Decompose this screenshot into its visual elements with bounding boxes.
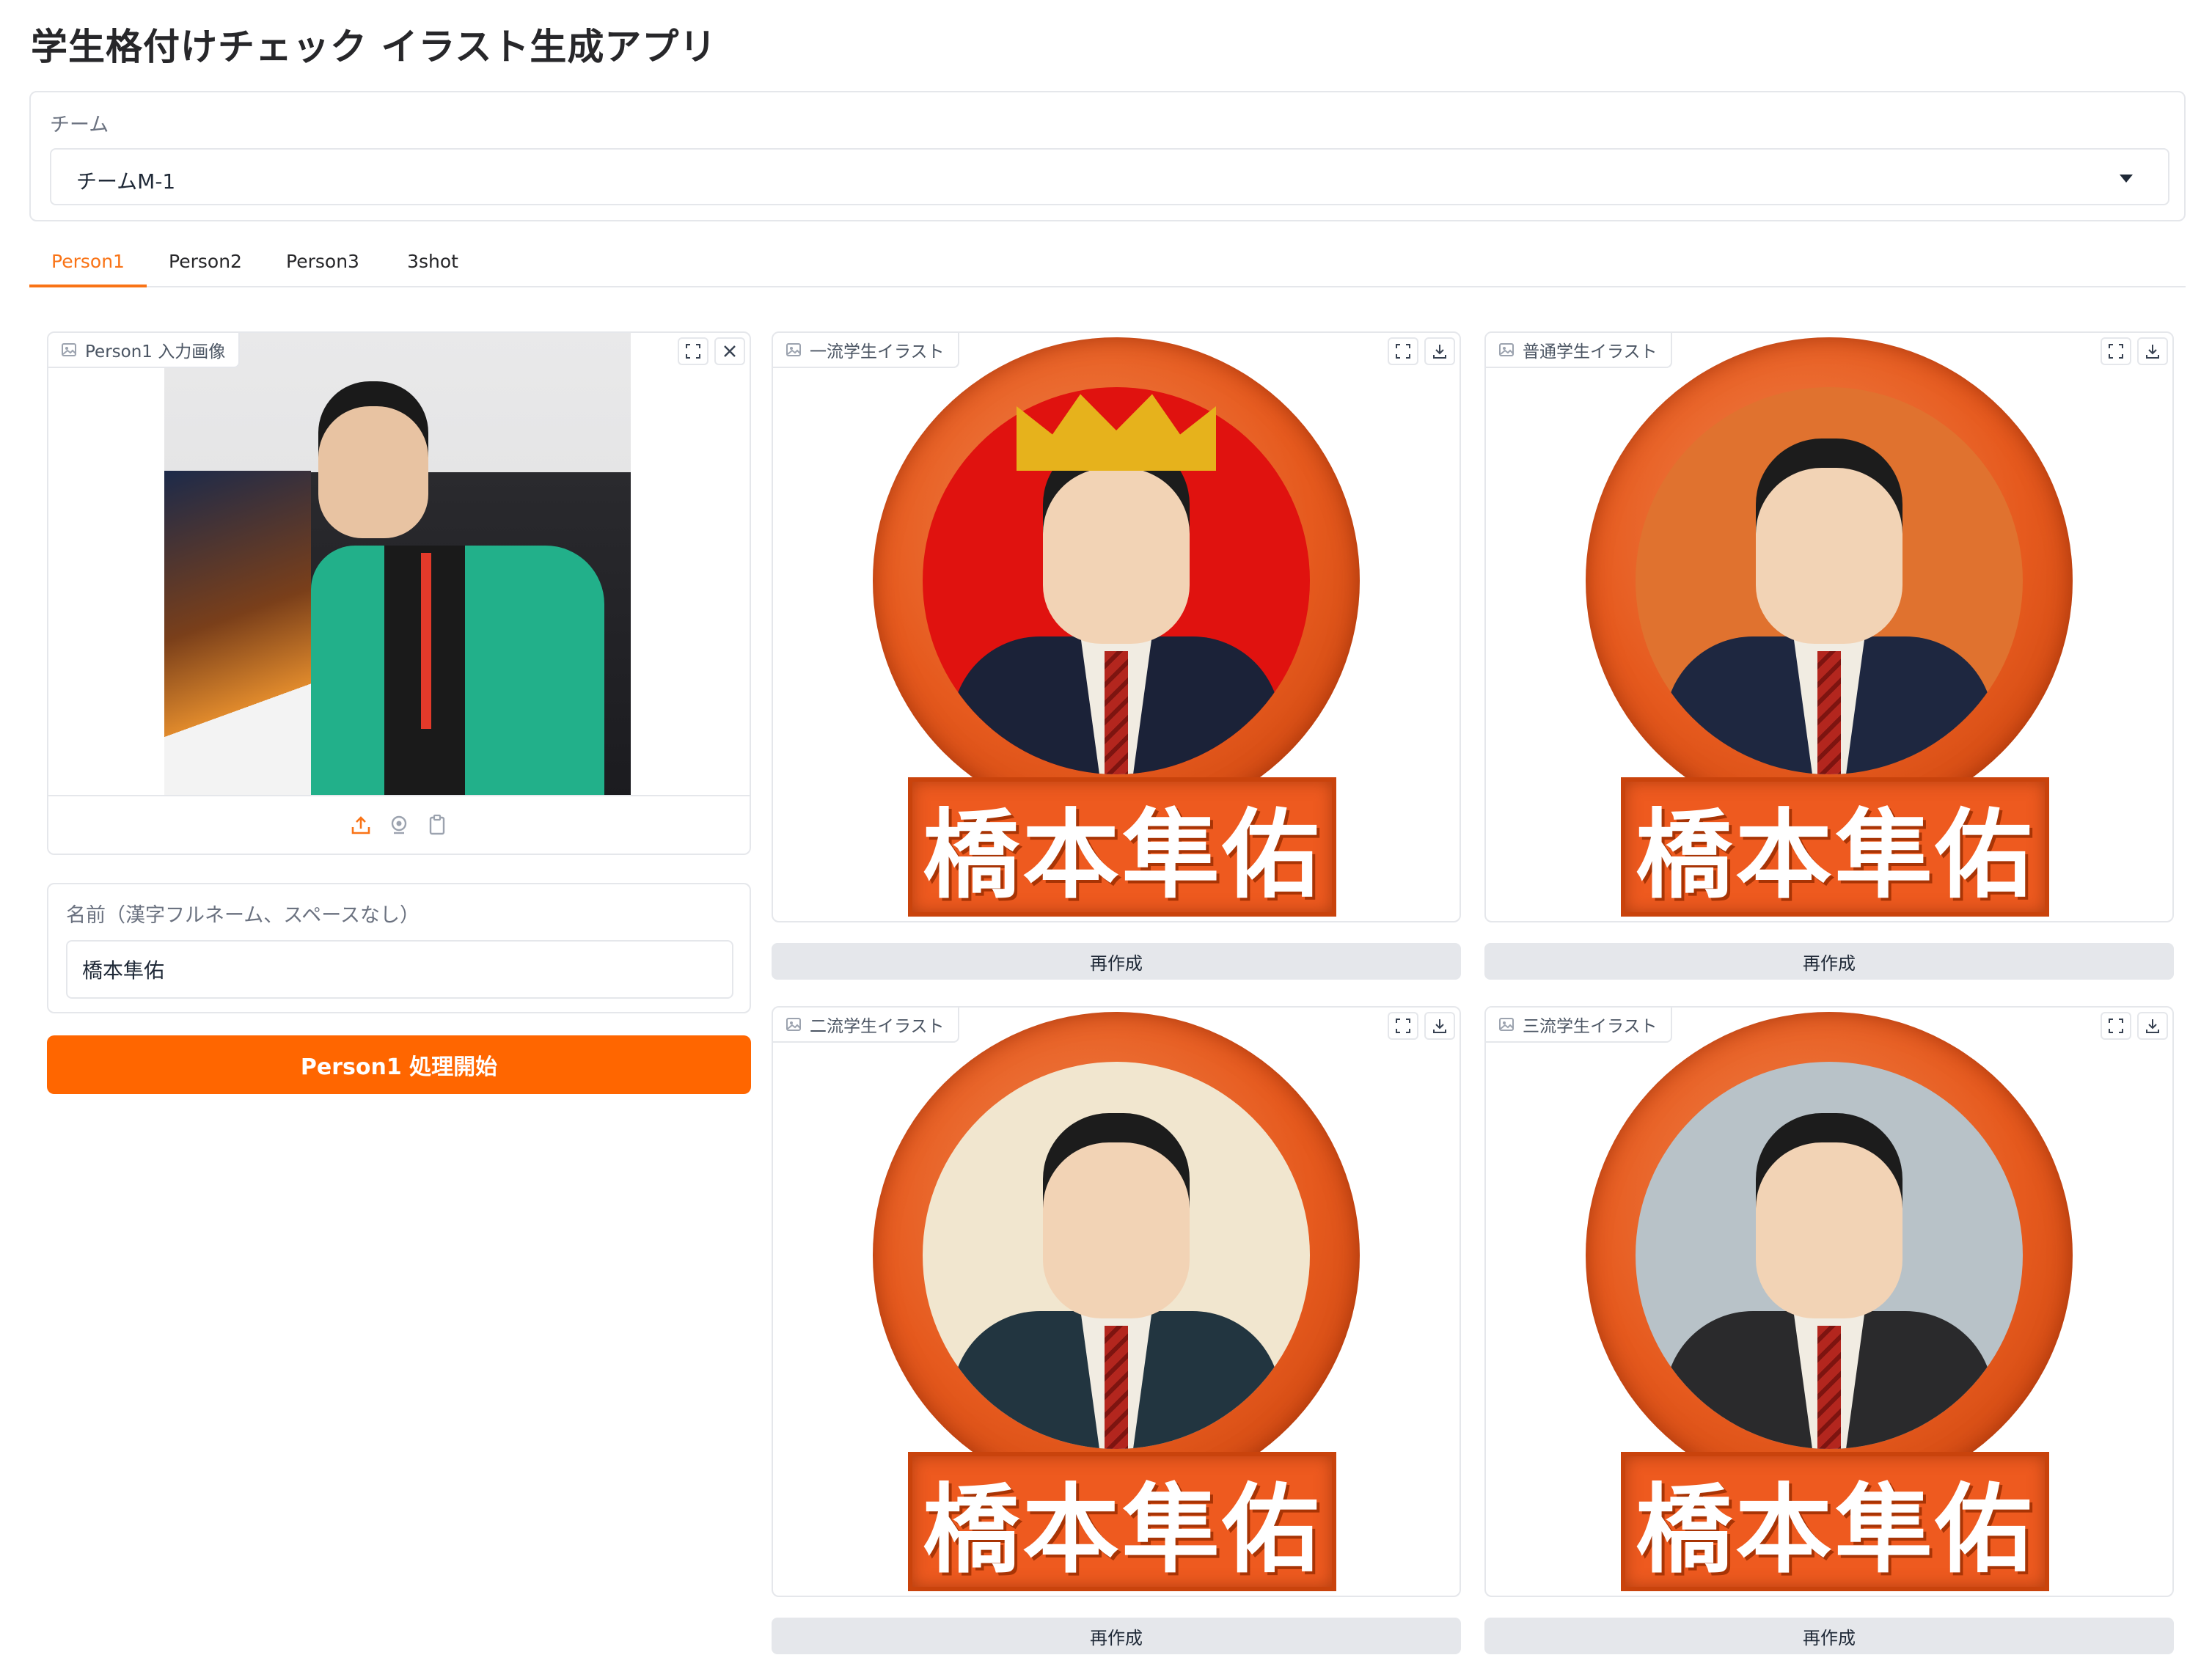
image-icon (786, 1018, 801, 1031)
tab-person2[interactable]: Person2 (147, 242, 264, 287)
character-head (1043, 468, 1190, 644)
page-title: 学生格付けチェック イラスト生成アプリ (31, 26, 717, 68)
character-head (1756, 468, 1902, 644)
image-icon (62, 343, 76, 356)
name-label: 名前（漢字フルネーム、スペースなし） (66, 904, 420, 927)
output-panel-normal: 普通学生イラスト 橋本隼佑 (1484, 331, 2174, 922)
character-tie (1817, 1326, 1841, 1449)
clear-image-button[interactable] (714, 337, 745, 365)
regenerate-button[interactable]: 再作成 (1484, 1618, 2174, 1654)
input-image-panel[interactable]: Person1 入力画像 (47, 331, 751, 855)
tab-bar: Person1 Person2 Person3 3shot (29, 242, 2186, 287)
input-image-label: Person1 入力画像 (48, 333, 241, 368)
output-tools (1388, 1012, 1455, 1040)
character-tie (1817, 651, 1841, 774)
fullscreen-icon (1396, 1019, 1410, 1033)
character-head (1756, 1142, 1902, 1318)
output-label-text: 二流学生イラスト (810, 1017, 945, 1036)
download-button[interactable] (2137, 337, 2168, 365)
illustration-background (1636, 1062, 2023, 1449)
clipboard-icon[interactable] (426, 814, 448, 836)
team-label: チーム (50, 114, 109, 136)
image-icon (1499, 1018, 1514, 1031)
app-page: 学生格付けチェック イラスト生成アプリ チーム チームM-1 Person1 P… (0, 0, 2212, 1666)
team-selected-value: チームM-1 (76, 169, 176, 194)
download-icon (1433, 345, 1446, 359)
output-label: 三流学生イラスト (1486, 1008, 1672, 1043)
student-illustration: 橋本隼佑 (867, 1012, 1366, 1594)
download-button[interactable] (1424, 1012, 1455, 1040)
fullscreen-icon (1396, 344, 1410, 359)
image-icon (786, 343, 801, 356)
fullscreen-icon (2109, 344, 2123, 359)
fullscreen-button[interactable] (2101, 337, 2131, 365)
download-icon (1433, 1019, 1446, 1033)
download-icon (2146, 1019, 2159, 1033)
fullscreen-button[interactable] (2101, 1012, 2131, 1040)
image-icon (1499, 343, 1514, 356)
download-icon (2146, 345, 2159, 359)
name-plate: 橋本隼佑 (908, 1452, 1336, 1591)
medal-frame (873, 337, 1360, 824)
fullscreen-button[interactable] (1388, 1012, 1418, 1040)
tab-person3[interactable]: Person3 (264, 242, 381, 287)
output-label: 普通学生イラスト (1486, 333, 1672, 368)
student-illustration: 橋本隼佑 (1580, 337, 2079, 920)
start-processing-button[interactable]: Person1 処理開始 (47, 1035, 751, 1094)
input-photo (164, 333, 631, 798)
output-label: 二流学生イラスト (773, 1008, 959, 1043)
illustration-background (923, 1062, 1310, 1449)
name-plate: 橋本隼佑 (1621, 777, 2049, 917)
name-input[interactable] (66, 940, 733, 999)
output-panel-first-class: 一流学生イラスト 橋本隼佑 (772, 331, 1461, 922)
output-label-text: 一流学生イラスト (810, 342, 945, 362)
medal-frame (873, 1012, 1360, 1499)
output-tools (2101, 1012, 2168, 1040)
webcam-icon[interactable] (388, 814, 410, 836)
tab-person1[interactable]: Person1 (29, 242, 147, 287)
name-plate: 橋本隼佑 (908, 777, 1336, 917)
team-panel: チーム チームM-1 (29, 91, 2186, 221)
output-label-text: 普通学生イラスト (1523, 342, 1658, 362)
regenerate-button[interactable]: 再作成 (772, 1618, 1461, 1654)
tab-3shot[interactable]: 3shot (381, 242, 484, 287)
download-button[interactable] (1424, 337, 1455, 365)
fullscreen-icon (686, 344, 700, 359)
chevron-down-icon (2120, 175, 2133, 183)
output-tools (2101, 337, 2168, 365)
fullscreen-icon (2109, 1019, 2123, 1033)
output-tools (1388, 337, 1455, 365)
output-panel-second-class: 二流学生イラスト 橋本隼佑 (772, 1006, 1461, 1597)
close-icon (724, 345, 736, 357)
team-dropdown[interactable]: チームM-1 (50, 148, 2169, 205)
character-head (1043, 1142, 1190, 1318)
upload-icon[interactable] (350, 814, 372, 836)
regenerate-button[interactable]: 再作成 (772, 943, 1461, 980)
fullscreen-button[interactable] (1388, 337, 1418, 365)
medal-frame (1586, 1012, 2073, 1499)
output-label-text: 三流学生イラスト (1523, 1017, 1658, 1036)
input-image-label-text: Person1 入力画像 (85, 342, 226, 362)
student-illustration: 橋本隼佑 (867, 337, 1366, 920)
medal-frame (1586, 337, 2073, 824)
fullscreen-button[interactable] (678, 337, 708, 365)
regenerate-button[interactable]: 再作成 (1484, 943, 2174, 980)
input-image-tools (678, 337, 745, 365)
illustration-background (1636, 387, 2023, 774)
photo-person-head (318, 406, 428, 538)
download-button[interactable] (2137, 1012, 2168, 1040)
photo-background-poster (164, 471, 311, 798)
character-tie (1105, 651, 1128, 774)
output-panel-third-class: 三流学生イラスト 橋本隼佑 (1484, 1006, 2174, 1597)
photo-lanyard (421, 553, 431, 729)
name-plate: 橋本隼佑 (1621, 1452, 2049, 1591)
image-source-bar (48, 795, 750, 854)
student-illustration: 橋本隼佑 (1580, 1012, 2079, 1594)
name-panel: 名前（漢字フルネーム、スペースなし） (47, 883, 751, 1013)
output-label: 一流学生イラスト (773, 333, 959, 368)
character-tie (1105, 1326, 1128, 1449)
